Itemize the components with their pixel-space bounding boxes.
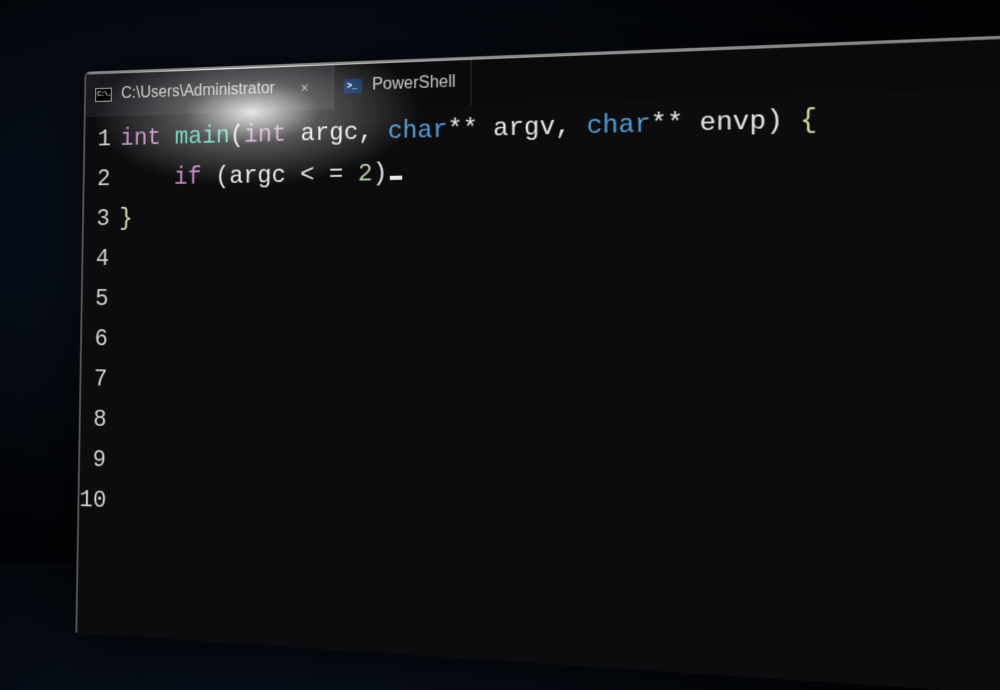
line-number: 7 — [81, 360, 108, 401]
line-number: 5 — [82, 280, 109, 320]
tab-powershell[interactable]: PowerShell — [333, 59, 471, 110]
line-number: 4 — [83, 240, 110, 280]
line-number: 3 — [84, 200, 111, 240]
powershell-icon — [344, 79, 362, 94]
line-number: 6 — [82, 320, 109, 360]
tab-cmd-administrator[interactable]: C:\. C:\Users\Administrator × — [86, 64, 334, 117]
tab-close-button[interactable]: × — [291, 73, 319, 103]
tab-label: C:\Users\Administrator — [121, 80, 275, 104]
line-number: 8 — [80, 400, 107, 441]
tab-label: PowerShell — [372, 73, 456, 95]
cursor-icon — [389, 176, 401, 180]
cmd-icon: C:\. — [95, 88, 112, 102]
editor-area[interactable]: 1 2 3 4 5 6 7 8 9 10 int main(int argc, … — [77, 84, 1000, 690]
terminal-window: C:\. C:\Users\Administrator × PowerShell… — [75, 29, 1000, 690]
line-number: 9 — [80, 440, 107, 481]
code-content[interactable]: int main(int argc, char** argv, char** e… — [113, 84, 1000, 690]
line-number: 10 — [79, 481, 106, 523]
line-number: 2 — [84, 160, 111, 200]
line-number: 1 — [85, 120, 111, 160]
